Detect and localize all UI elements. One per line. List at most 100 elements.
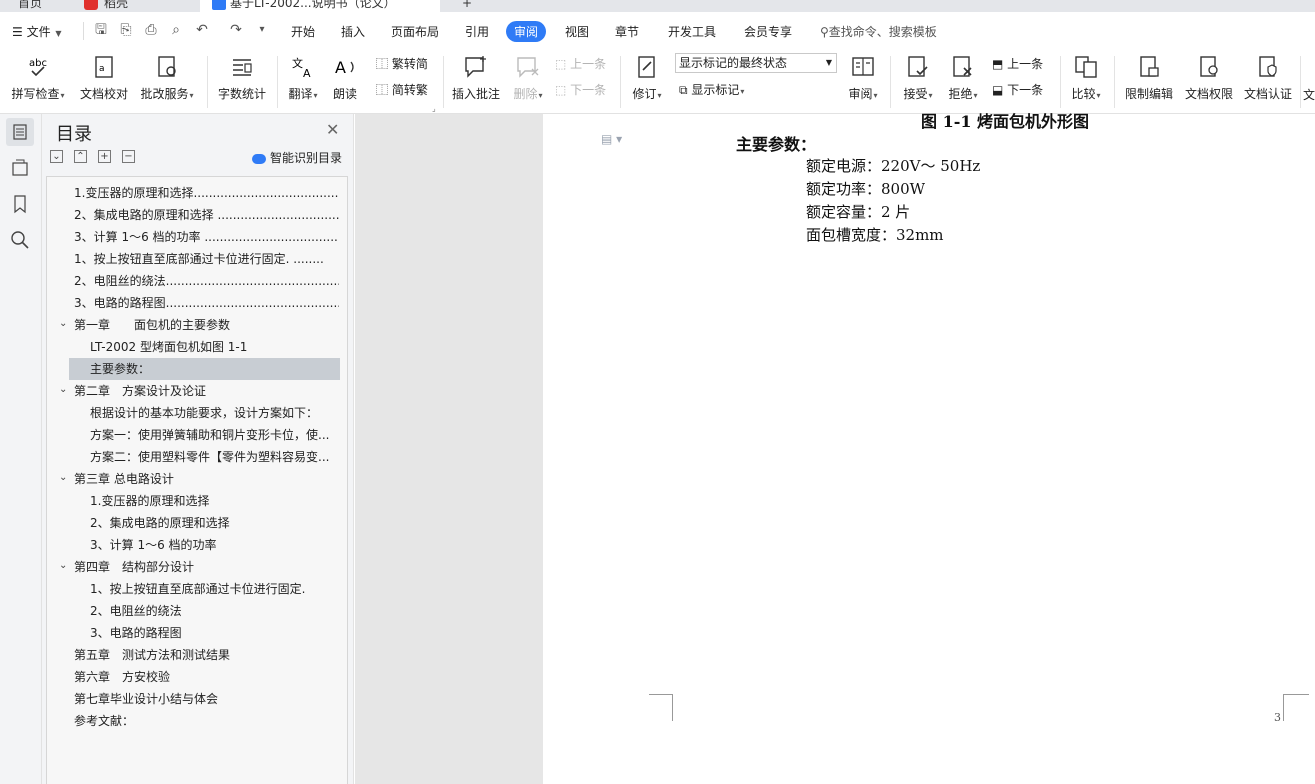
toc-item[interactable]: 第七章毕业设计小结与体会 [74, 688, 339, 710]
export-pdf-icon[interactable]: ⎘ [118, 22, 134, 38]
show-markup-button[interactable]: ⧉ 显示标记▾ [679, 80, 744, 100]
close-icon[interactable]: ✕ [326, 120, 339, 139]
toc-item[interactable]: 第四章 结构部分设计 [74, 556, 339, 578]
toc-item[interactable]: 2、集成电路的原理和选择 ...........................… [74, 204, 339, 226]
delete-comment-button[interactable]: 删除▾ [508, 54, 548, 108]
simp-to-trad-button[interactable]: ⿰ 简转繁 [376, 80, 428, 100]
toc-item[interactable]: 3、电路的路程图................................… [74, 292, 339, 314]
insert-comment-button[interactable]: 插入批注 [450, 54, 502, 108]
doc-rights-button[interactable]: 文档权限 [1182, 54, 1236, 108]
toc-item-selected[interactable]: 主要参数： [69, 358, 340, 380]
paragraph-menu-icon[interactable]: ▤ ▾ [601, 132, 622, 146]
doc-proof-button[interactable]: a 文档校对 [78, 54, 130, 108]
smart-toc-button[interactable]: 智能识别目录 [252, 149, 342, 166]
toc-item[interactable]: 2、电阻丝的绕法 [90, 600, 339, 622]
toc-item[interactable]: 参考文献： [74, 710, 339, 732]
toc-item[interactable]: 方案一：使用弹簧辅助和铜片变形卡位，使... [90, 424, 339, 446]
menu-member[interactable]: 会员专享 [744, 23, 792, 40]
undo-icon[interactable]: ↶ [194, 22, 210, 38]
accept-button[interactable]: 接受▾ [898, 54, 938, 108]
menu-start[interactable]: 开始 [291, 23, 315, 40]
add-item-icon[interactable]: + [98, 150, 111, 163]
toc-item[interactable]: 第二章 方案设计及论证 [74, 380, 339, 402]
print-preview-icon[interactable]: ⌕ [168, 22, 184, 38]
menu-references[interactable]: 引用 [465, 23, 489, 40]
next-change-label: 下一条 [1007, 83, 1044, 97]
toc-item[interactable]: 3、计算 1～6 档的功率 ..........................… [74, 226, 339, 248]
spell-check-button[interactable]: abc 拼写检查▾ [8, 54, 68, 108]
markup-display-select[interactable]: 显示标记的最终状态 ▼ [675, 53, 837, 73]
chevron-down-icon[interactable]: ⌄ [59, 472, 67, 483]
more-ribbon-button[interactable]: 文 [1303, 54, 1315, 108]
toc-item[interactable]: LT-2002 型烤面包机如图 1-1 [90, 336, 339, 358]
compare-button[interactable]: 比较▾ [1066, 54, 1106, 108]
toc-nav-button[interactable] [6, 118, 34, 146]
tab-docer[interactable]: 稻壳 [104, 0, 128, 12]
next-comment-button[interactable]: ⬚ 下一条 [555, 80, 606, 100]
menu-sections[interactable]: 章节 [615, 23, 639, 40]
track-changes-button[interactable]: 修订▾ [627, 54, 667, 108]
document-page[interactable]: ▤ ▾ 图 1-1 烤面包机外形图 主要参数： 额定电源：220V～ 50Hz … [543, 112, 1315, 784]
next-change-button[interactable]: ⬓ 下一条 [992, 80, 1043, 100]
toc-item[interactable]: 1、按上按钮直至底部通过卡位进行固定. [90, 578, 339, 600]
toc-item[interactable]: 1.变压器的原理和选择 [90, 490, 339, 512]
toc-item[interactable]: 第一章 面包机的主要参数 [74, 314, 339, 336]
toc-item[interactable]: 2、集成电路的原理和选择 [90, 512, 339, 534]
prev-change-button[interactable]: ⬒ 上一条 [992, 54, 1043, 74]
certificate-icon [1259, 56, 1277, 77]
tab-home[interactable]: 首页 [18, 0, 42, 12]
redo-icon[interactable]: ↷ [228, 22, 244, 38]
read-aloud-icon: A [335, 58, 354, 77]
save-icon[interactable]: 🖫 [93, 22, 109, 38]
translate-label: 翻译 [288, 87, 313, 101]
chapter-nav-button[interactable] [6, 154, 34, 182]
review-service-button[interactable]: 批改服务▾ [136, 54, 198, 108]
remove-item-icon[interactable]: − [122, 150, 135, 163]
menu-insert[interactable]: 插入 [341, 23, 365, 40]
restrict-editing-button[interactable]: 限制编辑 [1122, 54, 1176, 108]
toc-item[interactable]: 第五章 测试方法和测试结果 [74, 644, 339, 666]
review-pane-button[interactable]: 审阅▾ [843, 54, 883, 108]
toc-item[interactable]: 方案二：使用塑料零件【零件为塑料容易变... [90, 446, 339, 468]
toc-item[interactable]: 2、电阻丝的绕法................................… [74, 270, 339, 292]
expand-up-icon[interactable]: ⌃ [74, 150, 87, 163]
toc-item[interactable]: 第三章 总电路设计 [74, 468, 339, 490]
menu-view[interactable]: 视图 [565, 23, 589, 40]
bookmark-nav-button[interactable] [6, 190, 34, 218]
command-search[interactable]: ⚲查找命令、搜索模板 [820, 23, 937, 40]
file-menu[interactable]: ☰ 文件 ▼ [12, 23, 62, 40]
spell-check-icon: abc [29, 58, 47, 77]
divider [207, 56, 208, 108]
print-icon[interactable]: ⎙ [143, 22, 159, 38]
read-aloud-button[interactable]: A 朗读 [328, 54, 362, 108]
toc-item[interactable]: 1、按上按钮直至底部通过卡位进行固定. ........ [74, 248, 339, 270]
read-aloud-label: 朗读 [332, 87, 357, 101]
new-tab-plus-icon[interactable]: + [462, 0, 472, 12]
chevron-down-icon[interactable]: ⌄ [59, 560, 67, 571]
toc-item[interactable]: 第六章 方安校验 [74, 666, 339, 688]
toc-panel: 目录 ✕ ⌄ ⌃ + − 智能识别目录 1.变压器的原理和选择.........… [42, 114, 354, 784]
review-ribbon: abc 拼写检查▾ a 文档校对 批改服务▾ 字数统计 文A 翻译▾ A 朗读 … [0, 50, 1315, 114]
prev-comment-button[interactable]: ⬚ 上一条 [555, 54, 606, 74]
expand-group-icon[interactable]: ⌟ [432, 104, 436, 113]
doc-cert-button[interactable]: 文档认证 [1241, 54, 1295, 108]
toc-item[interactable]: 3、计算 1～6 档的功率 [90, 534, 339, 556]
toc-item[interactable]: 3、电路的路程图 [90, 622, 339, 644]
menu-page-layout[interactable]: 页面布局 [391, 23, 439, 40]
word-count-button[interactable]: 字数统计 [216, 54, 268, 108]
translate-button[interactable]: 文A 翻译▾ [284, 54, 322, 108]
reject-button[interactable]: 拒绝▾ [943, 54, 983, 108]
toc-item[interactable]: 1.变压器的原理和选择.............................… [74, 182, 339, 204]
trad-to-simp-button[interactable]: ⿰ 繁转简 [376, 54, 428, 74]
chevron-down-icon[interactable]: ⌄ [59, 318, 67, 329]
chevron-down-icon[interactable]: ⌄ [59, 384, 67, 395]
menu-review[interactable]: 审阅 [506, 21, 547, 42]
toc-item[interactable]: 根据设计的基本功能要求，设计方案如下： [90, 402, 339, 424]
review-pane-label: 审阅 [848, 87, 873, 101]
collapse-all-icon[interactable]: ⌄ [50, 150, 63, 163]
customize-dropdown-icon[interactable]: ▾ [254, 22, 270, 38]
menu-developer[interactable]: 开发工具 [668, 23, 716, 40]
tab-active-document[interactable]: 基于LT-2002...说明书（论文） [200, 0, 440, 12]
search-nav-button[interactable] [6, 226, 34, 254]
navigation-rail [0, 114, 42, 784]
